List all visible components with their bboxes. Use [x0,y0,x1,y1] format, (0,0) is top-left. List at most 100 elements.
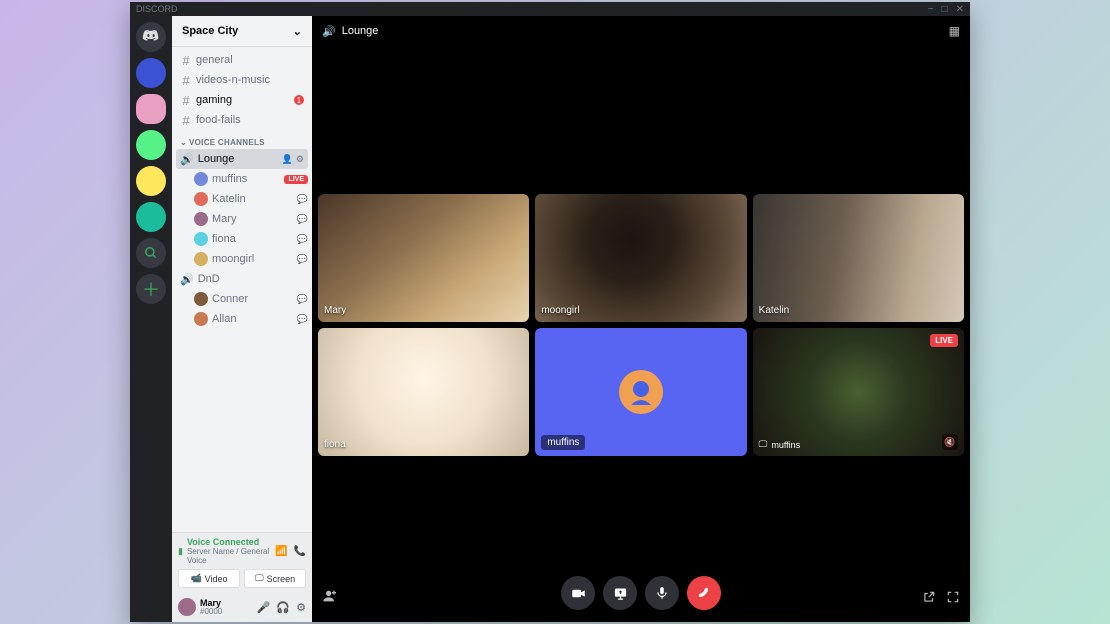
disconnect-icon[interactable]: 📞 [294,546,306,557]
channel-label: Lounge [198,153,235,165]
channel-label: videos-n-music [196,74,270,86]
voice-channels-header[interactable]: ⌄ VOICE CHANNELS [176,130,308,149]
explore-button[interactable] [136,238,166,268]
voice-channel-dnd[interactable]: 🔊 DnD [176,269,308,289]
video-toggle-button[interactable]: 📹 Video [178,569,240,588]
call-header: 🔊 Lounge ▦ [312,16,970,46]
stream-label: 🖵 muffins [759,439,801,450]
close-button[interactable]: ✕ [956,4,964,15]
vc-member-moongirl[interactable]: moongirl 💬 [176,249,308,269]
chevron-down-icon: ⌄ [293,25,302,38]
text-channel-videos[interactable]: # videos-n-music [176,70,308,90]
hash-icon: # [180,113,192,128]
server-icon-3[interactable] [136,130,166,160]
app-name: DISCORD [136,4,178,14]
maximize-button[interactable]: □ [942,4,948,15]
mic-icon: 💬 [297,254,308,265]
bottom-right-controls [922,590,960,604]
live-badge: LIVE [930,334,958,347]
text-channel-gaming[interactable]: # gaming 1 [176,90,308,110]
window-controls: − □ ✕ [928,4,964,15]
mic-icon: 💬 [297,314,308,325]
mic-icon: 💬 [297,294,308,305]
server-icon-4[interactable] [136,166,166,196]
avatar-circle [619,370,663,414]
vc-member-katelin[interactable]: Katelin 💬 [176,189,308,209]
hangup-button[interactable] [687,576,721,610]
server-name: Space City [182,25,238,37]
video-tile-fiona[interactable]: fiona [318,328,529,456]
voice-channel-lounge[interactable]: 🔊 Lounge 👤 ⚙ [176,149,308,169]
channel-label: DnD [198,273,220,285]
video-tile-moongirl[interactable]: moongirl [535,194,746,322]
user-avatar[interactable] [178,598,196,616]
popout-button[interactable] [922,590,936,604]
member-name: Katelin [212,193,246,205]
titlebar: DISCORD − □ ✕ [130,2,970,16]
server-icon-5[interactable] [136,202,166,232]
invite-icon[interactable]: 👤 [282,154,293,165]
monitor-icon: 🖵 [759,439,768,450]
member-name: fiona [212,233,236,245]
mic-button[interactable] [645,576,679,610]
hash-icon: # [180,73,192,88]
signal-icon: ▮ [178,546,183,557]
voice-sub: Server Name / General Voice [187,547,271,565]
mic-icon: 💬 [297,194,308,205]
noise-suppression-icon[interactable]: 📶 [275,546,287,557]
channel-sidebar: Space City ⌄ # general # videos-n-music … [172,16,312,622]
tile-label: fiona [324,439,346,450]
vc-member-fiona[interactable]: fiona 💬 [176,229,308,249]
video-tile-muffins-avatar[interactable]: muffins [535,328,746,456]
screen-share-button[interactable]: 🖵 Screen [244,569,306,588]
member-name: Allan [212,313,236,325]
hash-icon: # [180,93,192,108]
user-info: Mary #0000 [200,599,222,616]
discord-window: DISCORD − □ ✕ ＋ Space City ⌄ [130,2,970,622]
tile-label: muffins [541,435,585,450]
speaker-icon: 🔊 [180,153,194,166]
text-channel-general[interactable]: # general [176,50,308,70]
vc-member-conner[interactable]: Conner 💬 [176,289,308,309]
grid-view-icon[interactable]: ▦ [949,24,960,38]
voice-status: Voice Connected [187,537,271,547]
voice-status-panel: ▮ Voice Connected Server Name / General … [172,532,312,592]
server-rail: ＋ [130,16,172,622]
text-channel-foodfails[interactable]: # food-fails [176,110,308,130]
hash-icon: # [180,53,192,68]
minimize-button[interactable]: − [928,4,934,15]
deafen-button[interactable]: 🎧 [276,601,290,614]
channel-label: gaming [196,94,232,106]
mute-button[interactable]: 🎤 [257,601,271,614]
home-button[interactable] [136,22,166,52]
vc-member-allan[interactable]: Allan 💬 [176,309,308,329]
camera-icon: 📹 [190,573,201,584]
camera-button[interactable] [561,576,595,610]
member-name: Mary [212,213,236,225]
member-name: Conner [212,293,248,305]
fullscreen-button[interactable] [946,590,960,604]
vc-member-mary[interactable]: Mary 💬 [176,209,308,229]
screenshare-button[interactable] [603,576,637,610]
vc-member-muffins[interactable]: muffins LIVE [176,169,308,189]
settings-button[interactable]: ⚙ [296,601,306,614]
avatar [194,252,208,266]
call-area: 🔊 Lounge ▦ Mary moongirl Katelin fiona [312,16,970,622]
avatar [194,312,208,326]
chevron-down-icon: ⌄ [180,138,187,147]
call-channel-name: Lounge [342,25,379,37]
video-tile-katelin[interactable]: Katelin [753,194,964,322]
app-body: ＋ Space City ⌄ # general # videos-n-musi… [130,16,970,622]
video-tile-muffins-stream[interactable]: LIVE 🖵 muffins 🔇 [753,328,964,456]
channel-list: # general # videos-n-music # gaming 1 # … [172,46,312,532]
gear-icon[interactable]: ⚙ [296,154,304,165]
member-name: muffins [212,173,247,185]
add-server-button[interactable]: ＋ [136,274,166,304]
server-header[interactable]: Space City ⌄ [172,16,312,46]
server-icon-1[interactable] [136,58,166,88]
video-tile-mary[interactable]: Mary [318,194,529,322]
unread-badge: 1 [294,95,304,105]
mic-icon: 💬 [297,234,308,245]
server-icon-2[interactable] [136,94,166,124]
tile-label: Katelin [759,305,790,316]
